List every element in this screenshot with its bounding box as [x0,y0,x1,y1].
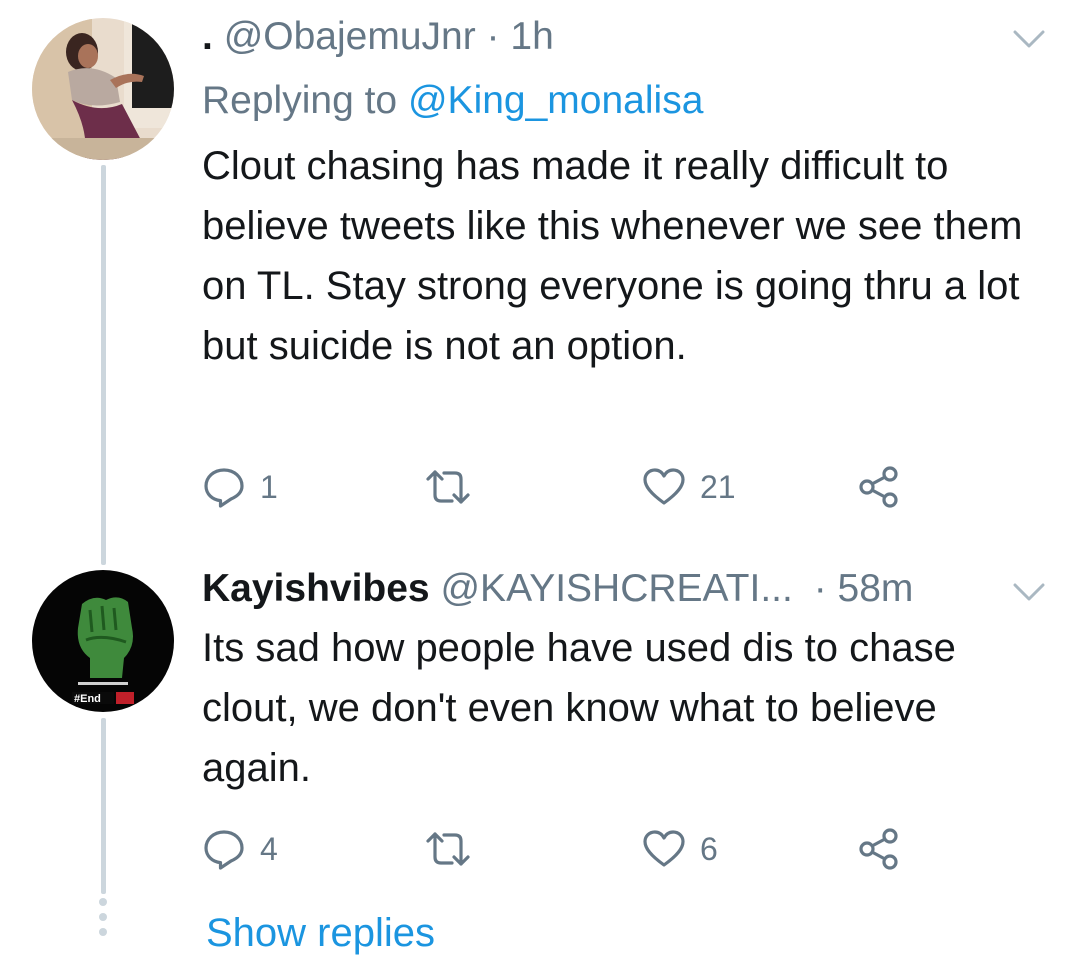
like-count: 21 [700,468,736,505]
replying-to: Replying to @King_monalisa [202,78,703,124]
tweet-header: . @ObajemuJnr · 1h [202,14,554,60]
user-handle[interactable]: @KAYISHCREATI... [440,567,792,610]
heart-icon [643,830,685,867]
share-button[interactable] [858,462,902,512]
tweet-actions: 4 6 [202,824,922,874]
tweet-text: Clout chasing has made it really difficu… [202,144,1023,368]
retweet-icon [426,832,470,866]
reply-button[interactable]: 4 [202,824,278,874]
reply-icon [204,468,244,508]
share-icon [859,828,898,870]
thread-line [101,718,106,894]
heart-icon [643,468,685,505]
display-name[interactable]: . [202,15,213,58]
avatar-text: #End [74,693,101,705]
share-icon [859,466,898,508]
replying-label: Replying to [202,79,398,122]
display-name[interactable]: Kayishvibes [202,567,430,610]
reply-count: 1 [260,468,278,505]
thread-line [101,165,106,565]
retweet-icon [426,470,470,504]
reply-icon [204,830,244,870]
tweet-header: Kayishvibes @KAYISHCREATI... · 58m [202,566,913,612]
avatar[interactable] [32,18,174,160]
user-handle[interactable]: @ObajemuJnr [224,15,476,58]
tweet-time[interactable]: 58m [838,567,914,610]
thread-dots [99,898,108,943]
like-button[interactable]: 21 [642,462,736,512]
separator: · [813,567,827,610]
tweet-actions: 1 21 [202,462,922,512]
like-button[interactable]: 6 [642,824,718,874]
chevron-down-icon[interactable] [1012,581,1046,603]
tweet-text: Its sad how people have used dis to chas… [202,626,956,790]
share-button[interactable] [858,824,902,874]
tweet-time[interactable]: 1h [510,15,553,58]
replying-mention[interactable]: @King_monalisa [408,79,703,122]
reply-count: 4 [260,830,278,867]
retweet-button[interactable] [424,462,486,512]
show-replies-link[interactable]: Show replies [206,908,435,958]
chevron-down-icon[interactable] [1012,28,1046,50]
avatar[interactable]: #End [32,570,174,712]
separator: · [486,15,500,58]
reply-button[interactable]: 1 [202,462,278,512]
retweet-button[interactable] [424,824,486,874]
like-count: 6 [700,830,718,867]
